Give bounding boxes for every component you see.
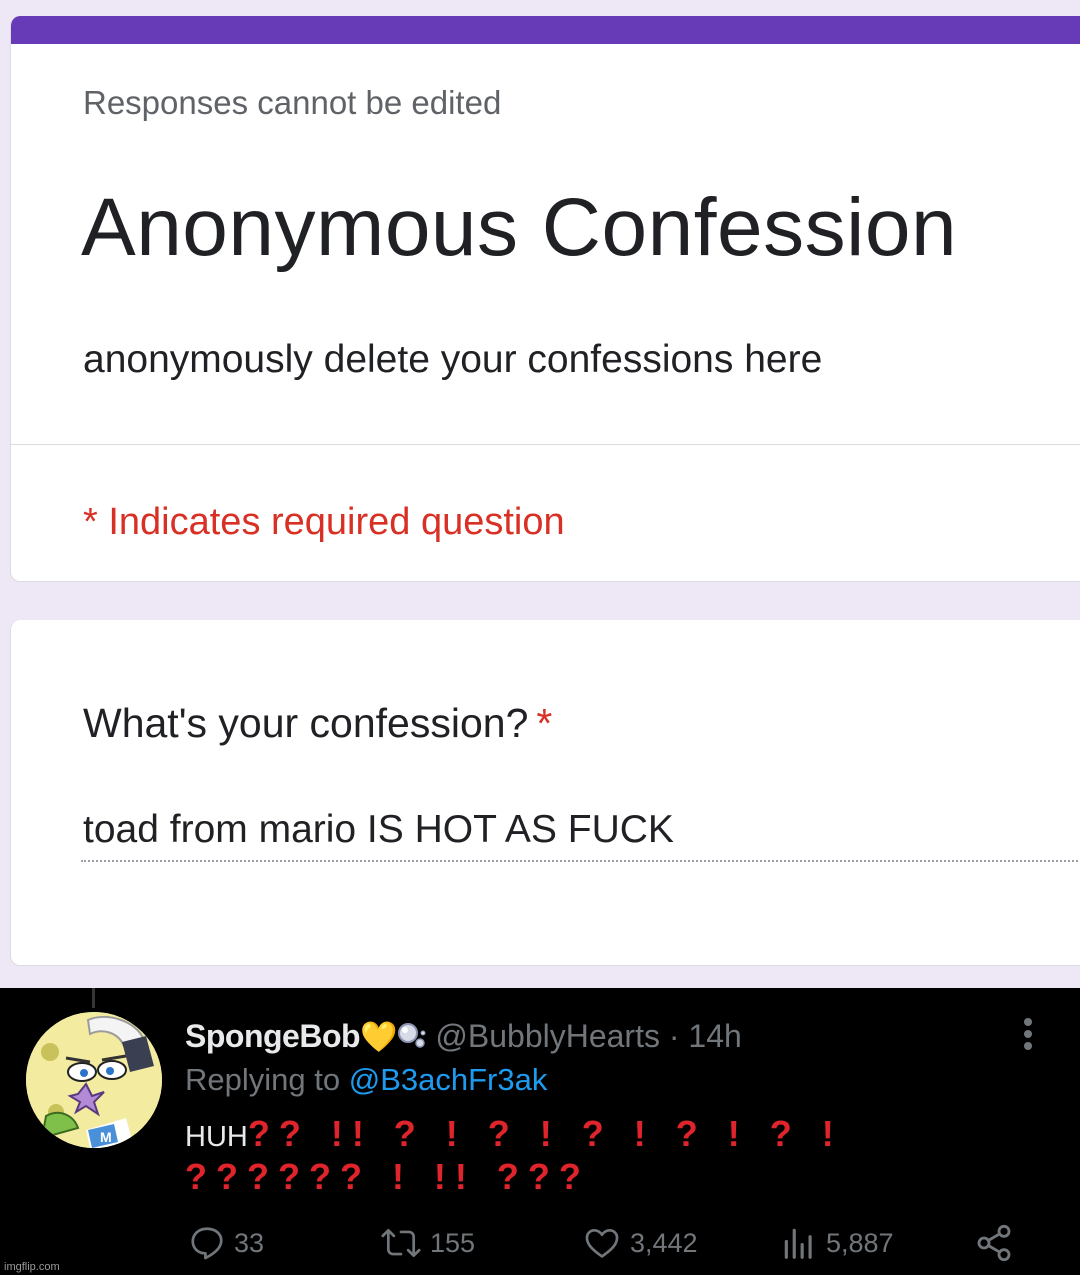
tweet-text: HUH?? !! ? ! ? ! ? ! ? ! ? ! ?????? ! !!… xyxy=(185,1114,1045,1200)
like-button[interactable]: 3,442 xyxy=(582,1220,698,1266)
views-count: 5,887 xyxy=(826,1227,894,1258)
more-dot xyxy=(1024,1018,1032,1026)
tweet-header: SpongeBob💛 @BubblyHearts · 14h xyxy=(185,1016,742,1058)
form-accent-bar xyxy=(11,16,1080,44)
tweet-text-start: HUH xyxy=(185,1121,248,1153)
question-card: What's your confession? * toad from mario… xyxy=(10,620,1080,966)
bubbles-icon xyxy=(398,1023,426,1048)
watermark: imgflip.com xyxy=(4,1261,60,1273)
share-icon xyxy=(977,1224,1011,1262)
required-asterisk: * xyxy=(536,700,553,746)
form-title: Anonymous Confession xyxy=(81,182,958,273)
form-edit-note: Responses cannot be edited xyxy=(83,84,502,121)
form-divider xyxy=(11,444,1080,445)
retweet-count: 155 xyxy=(430,1227,476,1258)
share-button[interactable] xyxy=(974,1220,1022,1266)
views-icon xyxy=(784,1228,812,1259)
question-label: What's your confession? * xyxy=(83,700,552,747)
spongebob-avatar-icon: M xyxy=(26,1012,162,1148)
retweet-icon xyxy=(381,1228,421,1258)
separator-dot: · xyxy=(668,1018,680,1054)
retweet-button[interactable]: 155 xyxy=(380,1220,475,1266)
replying-mention[interactable]: @B3achFr3ak xyxy=(349,1062,548,1097)
answer-underline xyxy=(81,860,1080,862)
more-dot xyxy=(1024,1042,1032,1050)
form-description: anonymously delete your confessions here xyxy=(83,338,823,381)
question-text: What's your confession? xyxy=(83,700,529,746)
reply-count: 33 xyxy=(234,1227,265,1258)
reply-icon xyxy=(191,1227,223,1260)
avatar[interactable]: M xyxy=(26,1012,162,1148)
views-button[interactable]: 5,887 xyxy=(780,1220,894,1266)
replying-to: Replying to @B3achFr3ak xyxy=(185,1060,547,1100)
reply-button[interactable]: 33 xyxy=(188,1220,264,1266)
timestamp[interactable]: 14h xyxy=(688,1018,741,1054)
required-notice: * Indicates required question xyxy=(83,501,565,543)
yellow-heart-emoji: 💛 xyxy=(360,1021,398,1054)
more-options-icon[interactable] xyxy=(1022,1018,1034,1054)
tweet-text-marks: ?? !! ? ! ? ! ? ! ? ! ? ! ?????? ! !! ??… xyxy=(185,1113,843,1197)
display-name[interactable]: SpongeBob xyxy=(185,1018,361,1054)
like-count: 3,442 xyxy=(630,1227,698,1258)
more-dot xyxy=(1024,1030,1032,1038)
form-header-card: Responses cannot be edited Anonymous Con… xyxy=(10,16,1080,582)
handle[interactable]: @BubblyHearts xyxy=(435,1018,660,1054)
like-icon xyxy=(585,1228,619,1258)
answer-field[interactable]: toad from mario IS HOT AS FUCK xyxy=(83,808,674,852)
tweet: M SpongeBob💛 @BubblyHearts · 14h Replyin… xyxy=(0,988,1080,1275)
svg-text:M: M xyxy=(100,1129,112,1145)
replying-prefix: Replying to xyxy=(185,1062,341,1097)
thread-line xyxy=(92,988,95,1008)
tweet-actions: 33 155 3,442 5,887 xyxy=(0,1220,1080,1266)
